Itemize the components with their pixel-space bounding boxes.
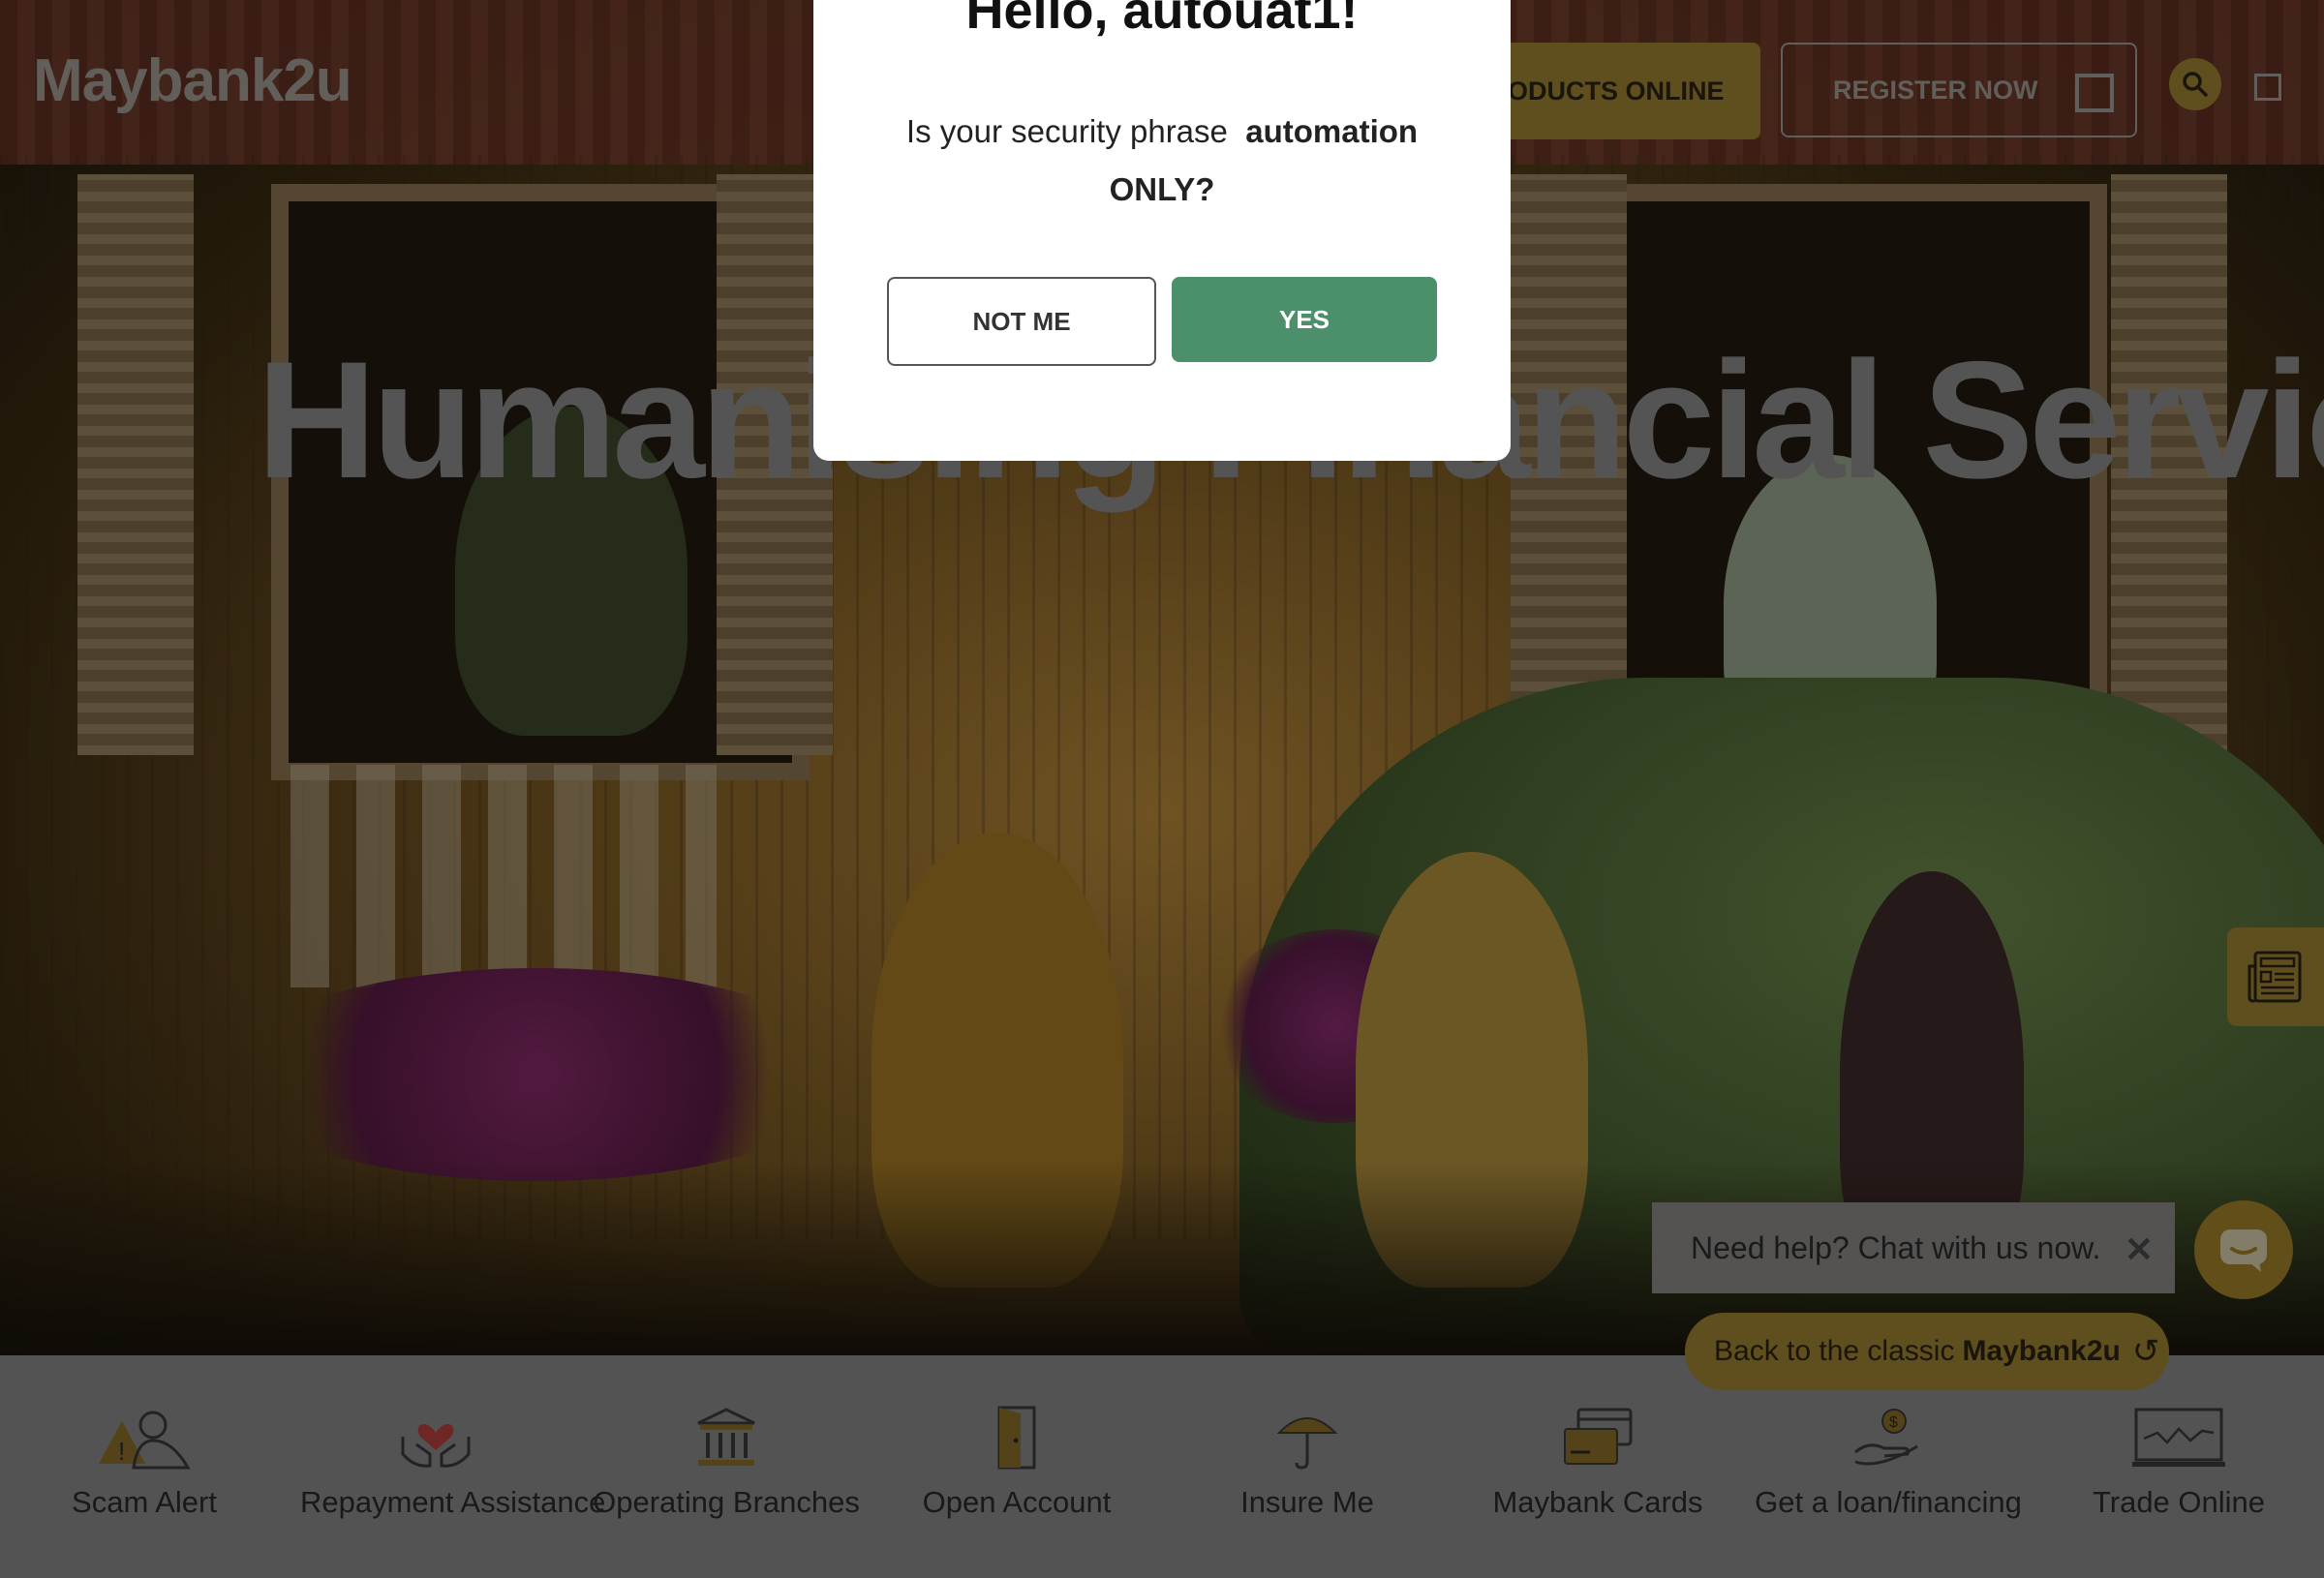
phrase-suffix: ONLY? [1109, 171, 1215, 207]
dialog-title: Hello, autouat1! [965, 0, 1359, 40]
yes-button[interactable]: YES [1172, 277, 1437, 362]
not-me-button[interactable]: NOT ME [887, 277, 1156, 366]
phrase-prefix: Is your security phrase [905, 113, 1228, 149]
security-phrase-dialog: Hello, autouat1! Is your security phrase… [813, 0, 1511, 461]
security-phrase-text: Is your security phrase automation ONLY? [872, 103, 1452, 219]
phrase-value: automation [1245, 113, 1419, 149]
